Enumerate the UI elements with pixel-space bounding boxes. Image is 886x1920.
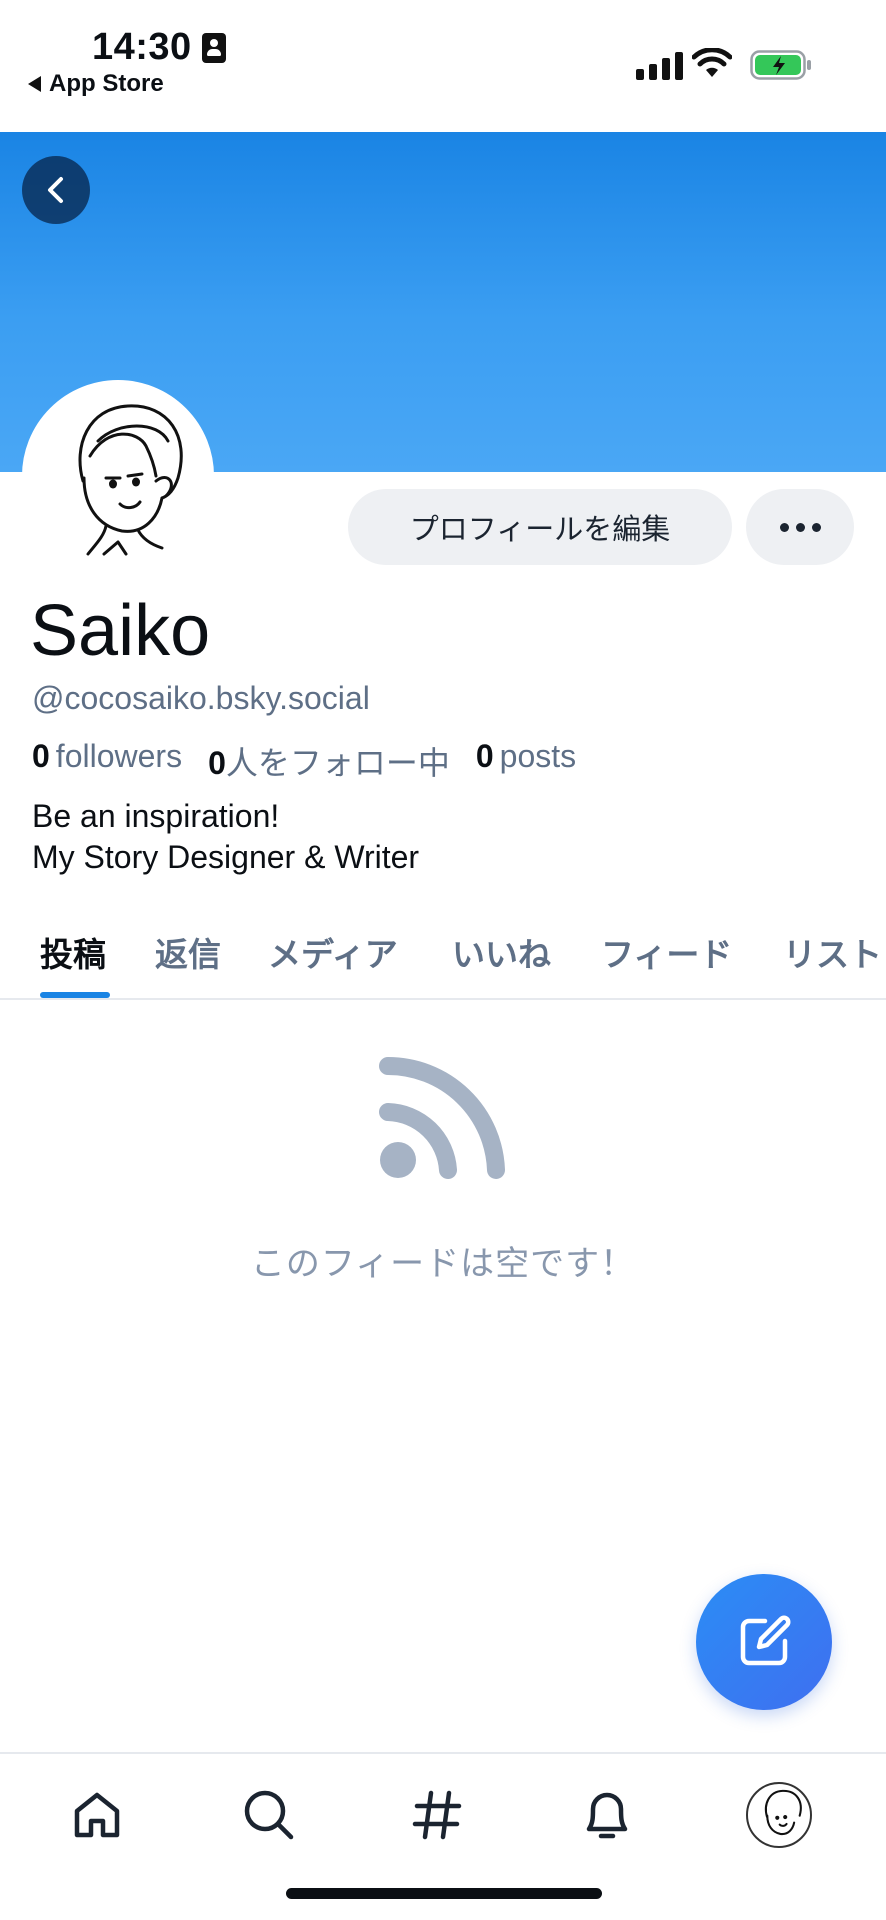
following-count: 0 bbox=[208, 745, 226, 781]
status-time: 14:30 bbox=[92, 26, 192, 68]
compose-pencil-icon bbox=[740, 1615, 791, 1666]
more-options-button[interactable] bbox=[746, 489, 854, 565]
profile-bio: Be an inspiration! My Story Designer & W… bbox=[32, 796, 419, 878]
home-indicator bbox=[286, 1888, 602, 1899]
back-app-label: App Store bbox=[49, 70, 164, 97]
back-triangle-icon bbox=[28, 76, 41, 92]
bell-icon bbox=[586, 1792, 628, 1839]
profile-avatar-small bbox=[746, 1782, 812, 1848]
empty-feed-message: このフィードは空です！ bbox=[250, 1245, 636, 1283]
avatar-illustration bbox=[78, 404, 183, 556]
home-icon bbox=[74, 1792, 120, 1838]
tab-media[interactable]: メディア bbox=[268, 928, 398, 976]
followers-count: 0 bbox=[32, 738, 50, 774]
nav-feeds[interactable] bbox=[402, 1780, 472, 1850]
status-bar: 14:30 App Store bbox=[0, 0, 886, 132]
tab-replies[interactable]: 返信 bbox=[155, 928, 221, 976]
cellular-signal-icon bbox=[636, 52, 683, 80]
back-button[interactable] bbox=[22, 156, 90, 224]
back-to-app-link[interactable]: App Store bbox=[28, 70, 164, 98]
tab-feeds[interactable]: フィード bbox=[601, 928, 732, 976]
id-card-icon bbox=[202, 33, 226, 63]
tab-posts[interactable]: 投稿 bbox=[40, 928, 106, 976]
nav-profile[interactable] bbox=[744, 1780, 814, 1850]
tab-likes[interactable]: いいね bbox=[452, 928, 551, 976]
nav-home[interactable] bbox=[62, 1780, 132, 1850]
compose-post-button[interactable] bbox=[696, 1574, 832, 1710]
rss-feed-icon bbox=[379, 1057, 505, 1179]
wifi-icon bbox=[692, 48, 732, 77]
followers-label: followers bbox=[55, 738, 183, 774]
active-tab-indicator bbox=[40, 992, 110, 998]
bio-line: Be an inspiration! bbox=[32, 798, 280, 834]
profile-handle: @cocosaiko.bsky.social bbox=[32, 680, 370, 716]
following-stat[interactable]: 0人をフォロー中 bbox=[208, 738, 450, 784]
posts-label: posts bbox=[499, 738, 577, 774]
posts-count: 0 bbox=[475, 738, 494, 774]
nav-notifications[interactable] bbox=[572, 1780, 642, 1850]
tab-lists[interactable]: リスト bbox=[783, 928, 882, 976]
bio-line: My Story Designer & Writer bbox=[32, 839, 420, 875]
battery-charging-icon bbox=[750, 50, 811, 80]
chevron-left-icon bbox=[48, 177, 63, 203]
profile-tabs: 投稿 返信 メディア いいね フィード リスト bbox=[0, 918, 886, 1000]
followers-stat[interactable]: 0 followers bbox=[32, 738, 182, 784]
nav-search[interactable] bbox=[234, 1780, 304, 1850]
ellipsis-icon-dot bbox=[779, 522, 789, 532]
posts-stat: 0 posts bbox=[476, 738, 576, 784]
display-name: Saiko bbox=[30, 591, 211, 671]
avatar-illustration bbox=[764, 1789, 802, 1836]
profile-stats: 0 followers 0人をフォロー中 0 posts bbox=[32, 738, 576, 784]
hashtag-icon bbox=[412, 1790, 462, 1840]
search-icon bbox=[244, 1790, 294, 1840]
following-label: 人をフォロー中 bbox=[225, 745, 450, 781]
edit-profile-button[interactable]: プロフィールを編集 bbox=[348, 489, 732, 565]
profile-avatar[interactable] bbox=[22, 380, 214, 572]
